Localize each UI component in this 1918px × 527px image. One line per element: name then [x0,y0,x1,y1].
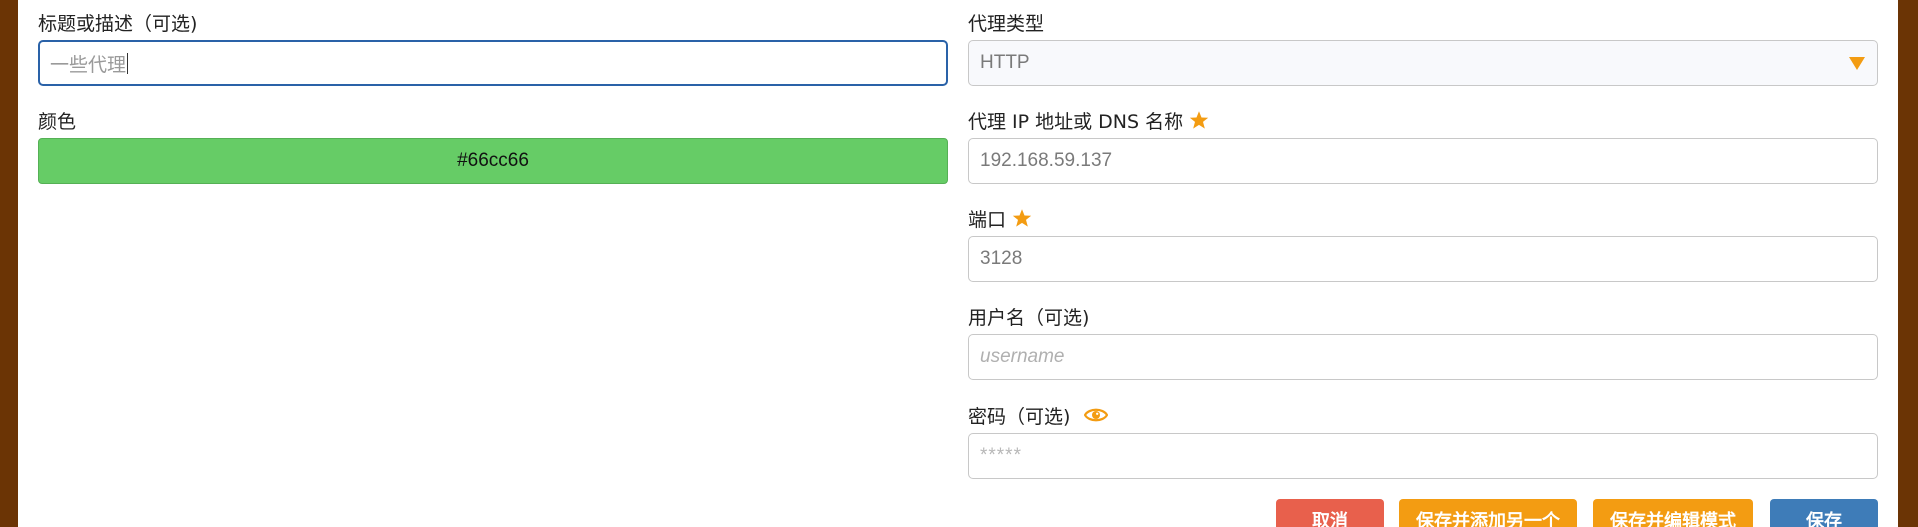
cancel-button-label: 取消 [1312,511,1348,527]
color-label-text: 颜色 [38,110,77,133]
password-input[interactable]: ***** [968,433,1878,479]
proxy-type-value: HTTP [980,52,1030,73]
title-label-text: 标题或描述（可选) [38,12,198,35]
cancel-button[interactable]: 取消 [1276,499,1384,527]
save-button[interactable]: 保存 [1770,499,1878,527]
port-label-text: 端口 [968,208,1007,231]
host-placeholder: 192.168.59.137 [980,150,1113,171]
port-input[interactable]: 3128 [968,236,1878,282]
proxy-type-select[interactable]: HTTP [968,40,1878,86]
proxy-type-label-text: 代理类型 [968,12,1045,35]
proxy-form-panel: 标题或描述（可选) 一些代理 颜色 #66cc66 代理类型 HTTP 代理 I… [18,0,1898,527]
host-input[interactable]: 192.168.59.137 [968,138,1878,184]
password-label: 密码（可选) [968,403,1109,428]
caret-down-icon [1849,57,1865,70]
star-icon [1189,111,1209,129]
username-label: 用户名（可选) [968,304,1090,329]
title-input[interactable]: 一些代理 [38,40,948,86]
password-label-text: 密码（可选) [968,405,1071,428]
save-and-edit-button[interactable]: 保存并编辑模式 [1593,499,1753,527]
proxy-type-label: 代理类型 [968,10,1045,35]
eye-icon[interactable] [1084,405,1109,425]
color-label: 颜色 [38,108,77,133]
username-label-text: 用户名（可选) [968,306,1090,329]
port-label: 端口 [968,206,1032,231]
star-icon [1012,209,1032,227]
username-input[interactable]: username [968,334,1878,380]
host-label: 代理 IP 地址或 DNS 名称 [968,108,1209,133]
port-placeholder: 3128 [980,248,1023,269]
username-placeholder: username [980,346,1065,367]
save-and-edit-button-label: 保存并编辑模式 [1610,511,1736,527]
title-label: 标题或描述（可选) [38,10,198,35]
save-button-label: 保存 [1806,511,1842,527]
save-and-add-button-label: 保存并添加另一个 [1416,511,1560,527]
password-placeholder: ***** [980,445,1022,466]
text-caret [127,52,129,74]
host-label-text: 代理 IP 地址或 DNS 名称 [968,110,1184,133]
color-picker[interactable]: #66cc66 [38,138,948,184]
color-value: #66cc66 [457,150,529,171]
save-and-add-button[interactable]: 保存并添加另一个 [1399,499,1577,527]
title-input-value: 一些代理 [50,54,127,76]
